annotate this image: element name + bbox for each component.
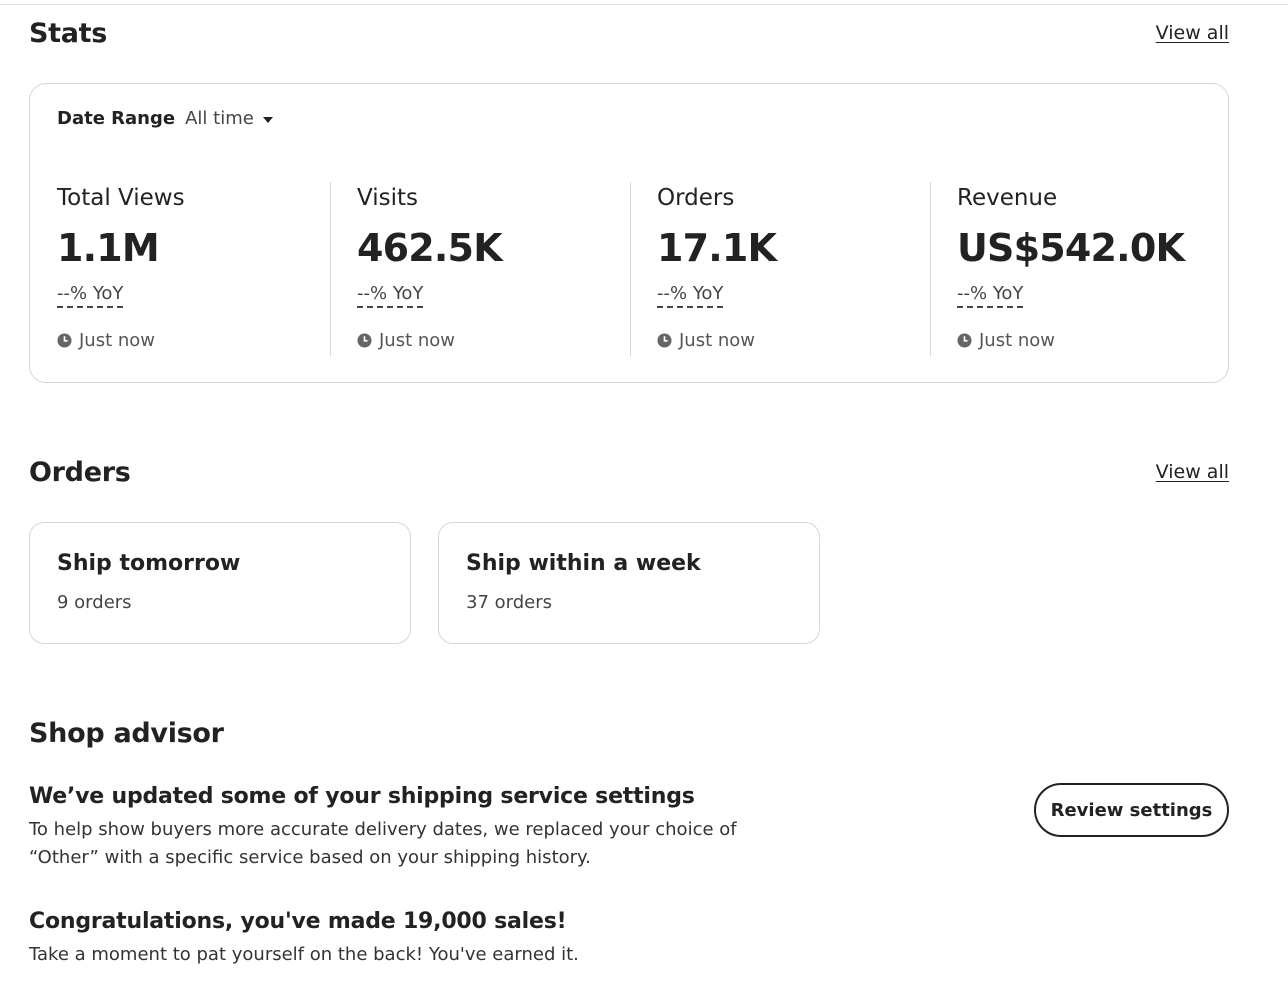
order-card-title: Ship within a week <box>466 551 701 576</box>
metric-label: Orders <box>657 185 735 211</box>
date-range-selector: Date Range All time <box>57 108 273 129</box>
metric-value: 17.1K <box>657 226 777 270</box>
clock-icon <box>357 333 372 348</box>
top-divider <box>0 4 1288 5</box>
metric-updated: Just now <box>957 330 1184 351</box>
advisor-item-text: To help show buyers more accurate delive… <box>29 819 737 840</box>
metric-orders[interactable]: Orders 17.1K --% YoY Just now <box>630 182 930 356</box>
advisor-item-title: Congratulations, you've made 19,000 sale… <box>29 909 567 934</box>
metric-value: 462.5K <box>357 226 503 270</box>
orders-title: Orders <box>29 457 131 488</box>
metric-yoy[interactable]: --% YoY <box>957 283 1024 308</box>
stats-card: Date Range All time Total Views 1.1M --%… <box>29 83 1229 383</box>
metric-updated: Just now <box>57 330 185 351</box>
metric-updated-text: Just now <box>379 330 456 351</box>
clock-icon <box>957 333 972 348</box>
order-card-ship-within-week[interactable]: Ship within a week 37 orders <box>438 522 820 644</box>
date-range-dropdown[interactable]: All time <box>185 108 273 129</box>
shop-advisor-title: Shop advisor <box>29 718 224 749</box>
metric-value: 1.1M <box>57 226 160 270</box>
date-range-label: Date Range <box>57 108 176 129</box>
metric-updated-text: Just now <box>979 330 1056 351</box>
metric-yoy[interactable]: --% YoY <box>657 283 724 308</box>
metric-label: Visits <box>357 185 418 211</box>
metric-updated-text: Just now <box>79 330 156 351</box>
orders-view-all-link[interactable]: View all <box>1156 461 1229 483</box>
order-card-count: 37 orders <box>466 592 553 613</box>
clock-icon <box>57 333 72 348</box>
metric-yoy[interactable]: --% YoY <box>57 283 124 308</box>
review-settings-button[interactable]: Review settings <box>1034 783 1229 837</box>
metric-label: Total Views <box>57 185 185 211</box>
clock-icon <box>657 333 672 348</box>
advisor-item-text: “Other” with a specific service based on… <box>29 847 591 868</box>
stats-metrics: Total Views 1.1M --% YoY Just now Visits… <box>30 182 1230 356</box>
metric-label: Revenue <box>957 185 1058 211</box>
order-card-title: Ship tomorrow <box>57 551 241 576</box>
metric-revenue[interactable]: Revenue US$542.0K --% YoY Just now <box>930 182 1230 356</box>
order-card-count: 9 orders <box>57 592 132 613</box>
metric-updated: Just now <box>657 330 776 351</box>
stats-view-all-link[interactable]: View all <box>1156 22 1229 44</box>
metric-updated: Just now <box>357 330 502 351</box>
order-card-ship-tomorrow[interactable]: Ship tomorrow 9 orders <box>29 522 411 644</box>
metric-updated-text: Just now <box>679 330 756 351</box>
stats-title: Stats <box>29 18 108 49</box>
advisor-item-text: Take a moment to pat yourself on the bac… <box>29 944 579 965</box>
metric-total-views[interactable]: Total Views 1.1M --% YoY Just now <box>30 182 330 356</box>
advisor-item-title: We’ve updated some of your shipping serv… <box>29 784 695 809</box>
date-range-value: All time <box>185 108 254 129</box>
caret-down-icon <box>262 116 273 123</box>
metric-value: US$542.0K <box>957 226 1185 270</box>
metric-yoy[interactable]: --% YoY <box>357 283 424 308</box>
metric-visits[interactable]: Visits 462.5K --% YoY Just now <box>330 182 630 356</box>
